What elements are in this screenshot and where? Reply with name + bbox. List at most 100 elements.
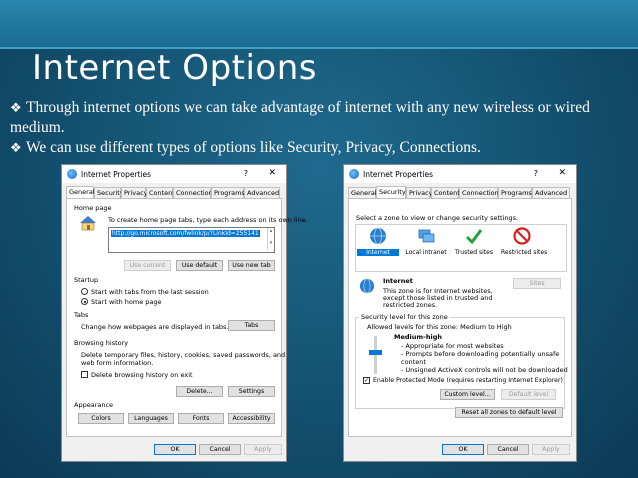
level-item: content: [401, 358, 426, 366]
browsing-description-line-1: Delete temporary files, history, cookies…: [81, 351, 286, 359]
zone-restricted-sites[interactable]: Restricted sites: [501, 227, 548, 256]
globe-icon: [370, 227, 386, 245]
globe-icon: [359, 278, 375, 294]
help-button[interactable]: ?: [244, 169, 248, 178]
level-item: - Appropriate for most websites: [401, 342, 504, 350]
use-default-button[interactable]: Use default: [176, 260, 223, 271]
home-page-description: To create home page tabs, type each addr…: [108, 216, 308, 224]
default-level-button[interactable]: Default level: [501, 389, 556, 400]
dialog-footer: OK Cancel Apply: [62, 439, 286, 461]
ok-button[interactable]: OK: [154, 444, 196, 455]
reset-all-zones-button[interactable]: Reset all zones to default level: [455, 407, 563, 418]
scrollbar[interactable]: ▴ ▾: [267, 228, 274, 250]
tab-privacy[interactable]: Privacy: [406, 187, 433, 198]
browsing-description-line-2: web form information.: [81, 359, 154, 367]
bullet-text: Through internet options we can take adv…: [10, 99, 590, 136]
tab-advanced[interactable]: Advanced: [244, 187, 280, 198]
zone-label: Restricted sites: [501, 249, 548, 256]
zone-label: Local intranet: [405, 249, 447, 256]
fonts-button[interactable]: Fonts: [178, 413, 224, 424]
dialog-title: Internet Properties: [81, 170, 152, 179]
tab-connections[interactable]: Connections: [173, 187, 216, 198]
tabs-heading: Tabs: [74, 311, 89, 319]
close-button[interactable]: ✕: [558, 168, 566, 178]
home-page-url-field[interactable]: http://go.microsoft.com/fwlink/p/?LinkId…: [108, 227, 275, 253]
languages-button[interactable]: Languages: [128, 413, 174, 424]
security-slider-track: [374, 336, 377, 374]
title-band: [0, 0, 638, 48]
home-page-heading: Home page: [74, 204, 112, 212]
accessibility-button[interactable]: Accessibility: [228, 413, 275, 424]
cancel-button[interactable]: Cancel: [199, 444, 241, 455]
general-panel: Home page To create home page tabs, type…: [66, 198, 308, 437]
custom-level-button[interactable]: Custom level...: [440, 389, 495, 400]
zone-local-intranet[interactable]: Local intranet: [405, 227, 447, 256]
use-new-tab-button[interactable]: Use new tab: [228, 260, 275, 271]
tab-programs[interactable]: Programs: [498, 187, 532, 198]
security-level-heading: Security level for this zone: [359, 313, 450, 321]
tab-privacy[interactable]: Privacy: [121, 187, 148, 198]
delete-button[interactable]: Delete...: [176, 386, 223, 397]
diamond-bullet-icon: ❖: [10, 100, 22, 115]
zone-label: Internet: [357, 249, 399, 256]
apply-button[interactable]: Apply: [532, 444, 570, 455]
tab-content[interactable]: Content: [146, 187, 175, 198]
no-entry-icon: [513, 227, 531, 245]
select-zone-text: Select a zone to view or change security…: [356, 214, 519, 222]
intranet-icon: [418, 229, 435, 243]
bullet-item: ❖ Through internet options we can take ad…: [10, 98, 630, 138]
start-home-radio[interactable]: [81, 298, 88, 305]
tab-connections[interactable]: Connections: [459, 187, 502, 198]
protected-mode-label: Enable Protected Mode (requires restarti…: [373, 377, 563, 384]
bullet-item: ❖ We can use different types of options l…: [10, 138, 630, 158]
ok-button[interactable]: OK: [442, 444, 484, 455]
sites-button[interactable]: Sites: [513, 278, 561, 289]
ie-logo-icon: [349, 169, 359, 179]
bullet-list: ❖ Through internet options we can take ad…: [10, 98, 630, 158]
protected-mode-checkbox[interactable]: ✓: [363, 377, 370, 384]
close-button[interactable]: ✕: [268, 168, 276, 178]
internet-properties-security-dialog: Internet Properties ? ✕ General Security…: [343, 164, 577, 462]
help-button[interactable]: ?: [534, 169, 538, 178]
apply-button[interactable]: Apply: [244, 444, 282, 455]
delete-on-exit-checkbox[interactable]: [81, 371, 88, 378]
zone-name: Internet: [383, 277, 413, 285]
use-current-button[interactable]: Use current: [124, 260, 171, 271]
zone-description-line-3: restricted zones.: [383, 301, 438, 309]
tabs-button[interactable]: Tabs: [228, 320, 275, 331]
internet-properties-general-dialog: Internet Properties ? ✕ General Security…: [61, 164, 308, 462]
security-slider-thumb[interactable]: [369, 350, 382, 355]
tab-security[interactable]: Security: [94, 187, 124, 198]
browsing-history-heading: Browsing history: [74, 339, 129, 347]
security-panel: Select a zone to view or change security…: [348, 198, 572, 437]
tab-advanced[interactable]: Advanced: [532, 187, 570, 198]
cancel-button[interactable]: Cancel: [487, 444, 529, 455]
zone-internet[interactable]: Internet: [357, 227, 399, 256]
appearance-heading: Appearance: [74, 401, 114, 409]
settings-button[interactable]: Settings: [228, 386, 275, 397]
delete-on-exit-label: Delete browsing history on exit: [91, 371, 193, 379]
dialog-title: Internet Properties: [363, 170, 434, 179]
zone-trusted-sites[interactable]: Trusted sites: [453, 227, 495, 256]
tabs-description: Change how webpages are displayed in tab…: [81, 323, 229, 331]
colors-button[interactable]: Colors: [78, 413, 124, 424]
tab-programs[interactable]: Programs: [211, 187, 245, 198]
tab-general[interactable]: General: [348, 187, 377, 198]
tab-content[interactable]: Content: [431, 187, 460, 198]
slide-title: Internet Options: [32, 48, 317, 88]
start-tabs-radio[interactable]: [81, 288, 88, 295]
startup-heading: Startup: [74, 276, 99, 284]
bullet-text: We can use different types of options li…: [26, 139, 481, 156]
check-mark-icon: [465, 229, 483, 245]
start-home-label: Start with home page: [91, 298, 162, 306]
level-item: - Prompts before downloading potentially…: [401, 350, 560, 358]
dialog-footer: OK Cancel Apply: [344, 439, 576, 461]
diamond-bullet-icon: ❖: [10, 140, 22, 155]
allowed-levels-text: Allowed levels for this zone: Medium to …: [367, 323, 512, 331]
dialog-titlebar: Internet Properties ? ✕: [344, 165, 576, 183]
start-tabs-label: Start with tabs from the last session: [91, 288, 209, 296]
ie-logo-icon: [67, 169, 77, 179]
zone-label: Trusted sites: [455, 249, 493, 256]
dialog-titlebar: Internet Properties ? ✕: [62, 165, 286, 183]
home-icon: [80, 216, 96, 231]
